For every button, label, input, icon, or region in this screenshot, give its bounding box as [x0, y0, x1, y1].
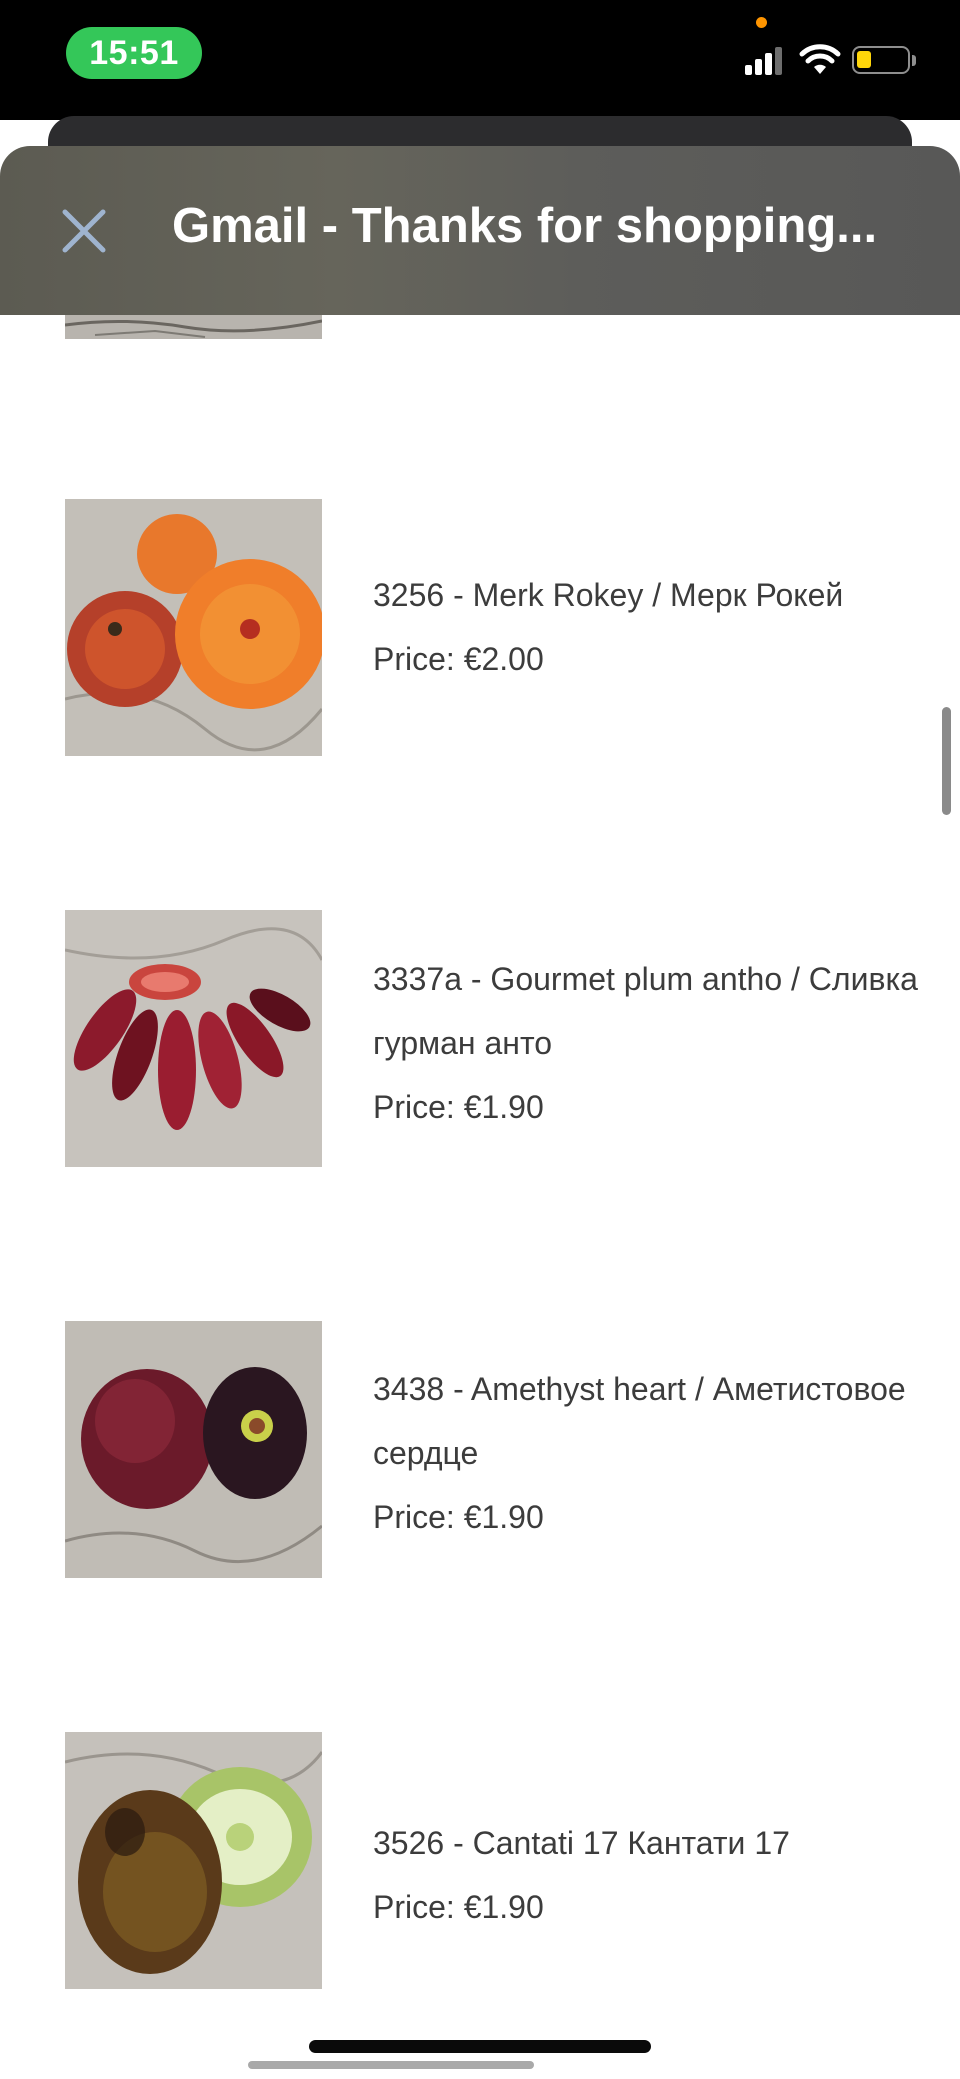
product-image[interactable]	[65, 1321, 322, 1578]
product-info: 3337a - Gourmet plum antho / Сливка гурм…	[373, 947, 953, 1139]
email-content[interactable]: 3256 - Merk Rokey / Мерк Рокей Price: €2…	[0, 315, 960, 2079]
product-info: 3526 - Cantati 17 Кантати 17 Price: €1.9…	[373, 1811, 953, 1939]
product-image[interactable]	[65, 499, 322, 756]
mic-indicator-icon	[756, 17, 767, 28]
product-name[interactable]: 3526 - Cantati 17 Кантати 17	[373, 1825, 790, 1861]
product-image-partial	[65, 315, 322, 339]
home-indicator[interactable]	[309, 2040, 651, 2053]
product-info: 3438 - Amethyst heart / Аметистовое серд…	[373, 1357, 953, 1549]
product-image[interactable]	[65, 1732, 322, 1989]
status-bar: 15:51	[0, 0, 960, 120]
vertical-scrollbar[interactable]	[942, 707, 951, 815]
battery-icon	[852, 46, 910, 74]
product-image[interactable]	[65, 910, 322, 1167]
cellular-signal-icon	[745, 45, 785, 75]
product-price: Price: €2.00	[373, 641, 544, 677]
product-name[interactable]: 3438 - Amethyst heart / Аметистовое серд…	[373, 1371, 906, 1471]
horizontal-scrollbar[interactable]	[248, 2061, 534, 2069]
status-time[interactable]: 15:51	[66, 27, 202, 79]
page-title: Gmail - Thanks for shopping...	[172, 199, 878, 253]
product-price: Price: €1.90	[373, 1889, 544, 1925]
product-name[interactable]: 3256 - Merk Rokey / Мерк Рокей	[373, 577, 843, 613]
battery-tip	[912, 55, 916, 66]
product-price: Price: €1.90	[373, 1089, 544, 1125]
product-price: Price: €1.90	[373, 1499, 544, 1535]
close-icon[interactable]	[56, 203, 112, 259]
wifi-icon	[799, 44, 841, 74]
product-name[interactable]: 3337a - Gourmet plum antho / Сливка гурм…	[373, 961, 918, 1061]
product-info: 3256 - Merk Rokey / Мерк Рокей Price: €2…	[373, 563, 953, 691]
